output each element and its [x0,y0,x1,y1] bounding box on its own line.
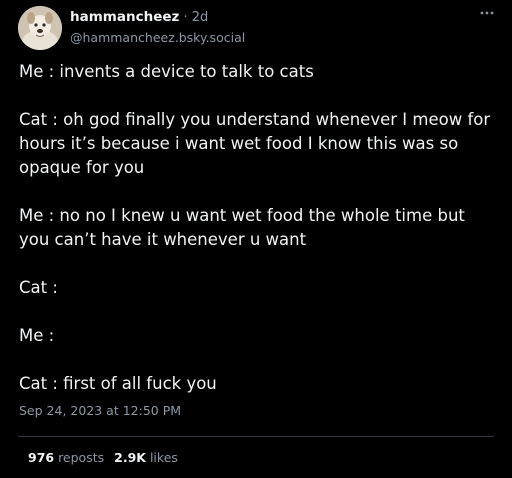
author-display-name[interactable]: hammancheez [70,9,179,25]
reposts-stat[interactable]: 976 reposts [28,450,104,465]
post-paragraph: Cat : [19,278,58,297]
post-paragraph: Me : invents a device to talk to cats [19,62,314,81]
likes-count: 2.9K [114,450,146,465]
more-horizontal-icon[interactable] [480,8,494,18]
time-separator: · [179,10,192,25]
post-paragraph: Me : [19,326,55,345]
post-paragraph: Me : no no I knew u want wet food the wh… [19,206,465,249]
author-line: hammancheez · 2d [70,9,208,25]
post-stats: 976 reposts 2.9K likes [28,450,178,465]
avatar[interactable] [18,6,62,50]
post-time-ago[interactable]: 2d [192,10,209,25]
reposts-count: 976 [28,450,55,465]
divider [18,436,494,437]
likes-label: likes [145,450,178,465]
reposts-label: reposts [54,450,105,465]
post-paragraph: Cat : first of all fuck you [19,374,217,393]
author-handle[interactable]: @hammancheez.bsky.social [70,30,245,45]
post-body: Me : invents a device to talk to cats Ca… [19,60,497,420]
likes-stat[interactable]: 2.9K likes [114,450,178,465]
dog-avatar-icon [18,6,62,50]
post-paragraph: Cat : oh god finally you understand when… [19,110,491,177]
post-card: hammancheez · 2d @hammancheez.bsky.socia… [0,0,512,478]
post-timestamp[interactable]: Sep 24, 2023 at 12:50 PM [19,403,181,418]
